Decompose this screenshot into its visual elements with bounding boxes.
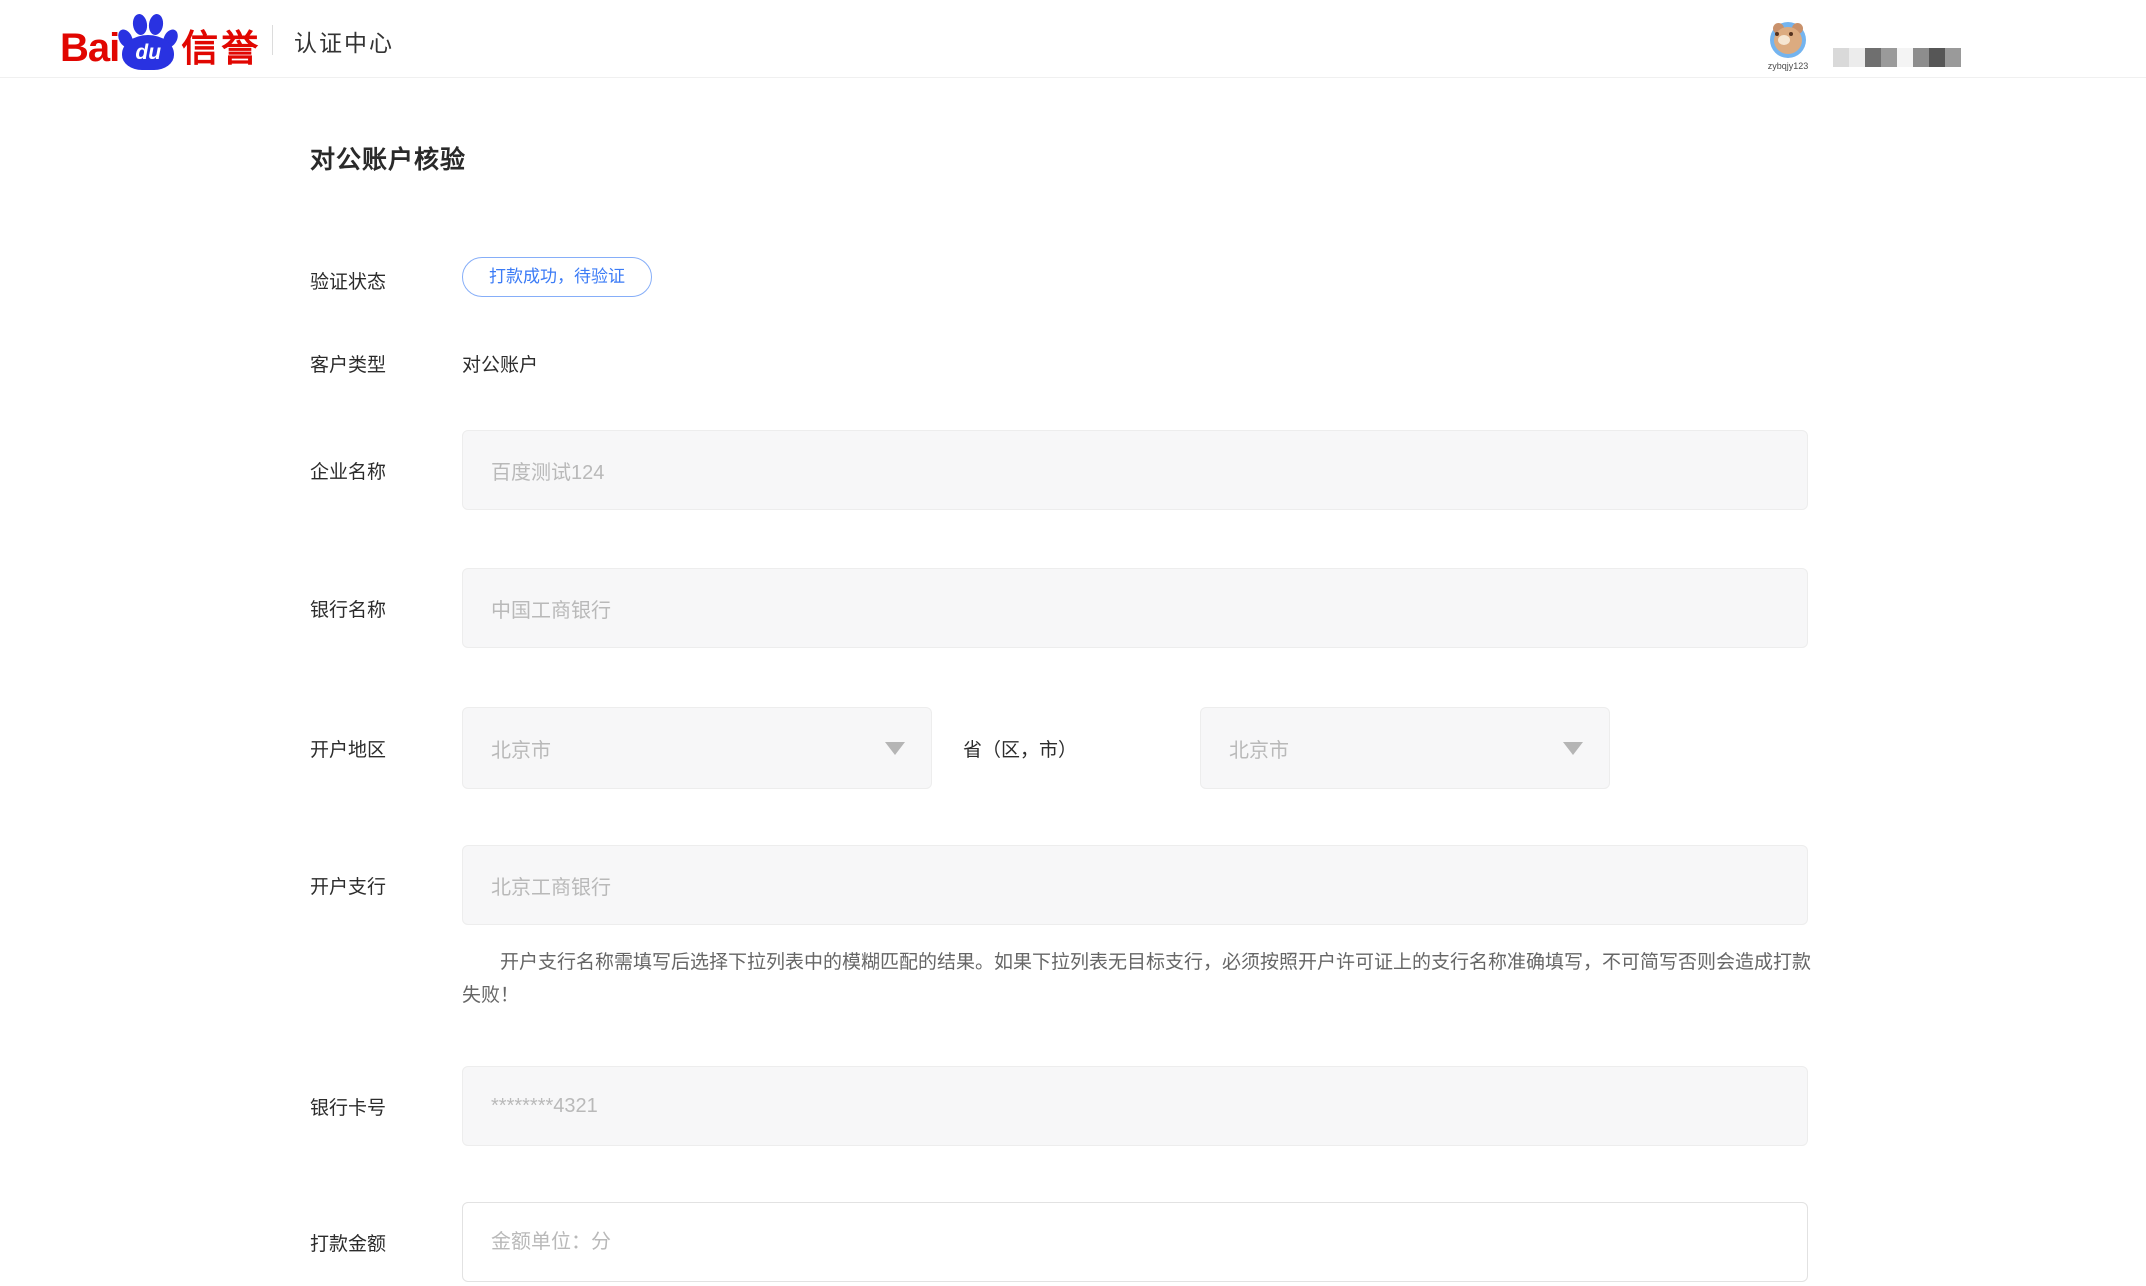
region-label: 开户地区 <box>310 735 386 762</box>
company-name-label: 企业名称 <box>310 457 386 484</box>
page-title: 对公账户核验 <box>310 140 466 176</box>
branch-label: 开户支行 <box>310 872 386 899</box>
status-label: 验证状态 <box>310 267 386 294</box>
header-divider <box>272 25 273 55</box>
baidu-paw-icon: du <box>119 14 177 70</box>
caret-down-icon <box>1563 742 1583 755</box>
redacted-text <box>1833 48 1961 67</box>
logo-bai-text: Bai <box>60 30 119 66</box>
username-label: zybqjy123 <box>1764 61 1812 71</box>
city-select-value: 北京市 <box>1229 734 1289 763</box>
province-select[interactable]: 北京市 <box>462 707 932 789</box>
bank-name-label: 银行名称 <box>310 595 386 622</box>
customer-type-label: 客户类型 <box>310 350 386 377</box>
province-suffix-label: 省（区，市） <box>963 735 1077 762</box>
card-number-input <box>462 1066 1808 1146</box>
amount-label: 打款金额 <box>310 1229 386 1256</box>
province-select-value: 北京市 <box>491 734 551 763</box>
amount-input[interactable] <box>462 1202 1808 1282</box>
header-title: 认证中心 <box>294 24 394 58</box>
status-badge: 打款成功，待验证 <box>462 257 652 297</box>
caret-down-icon <box>885 742 905 755</box>
avatar[interactable] <box>1770 22 1806 58</box>
customer-type-value: 对公账户 <box>462 350 538 377</box>
baidu-xinyu-logo[interactable]: Bai du 信誉 <box>60 0 261 78</box>
logo-du-text: du <box>135 41 161 65</box>
company-name-input <box>462 430 1808 510</box>
card-number-label: 银行卡号 <box>310 1093 386 1120</box>
branch-input <box>462 845 1808 925</box>
branch-help-text: 开户支行名称需填写后选择下拉列表中的模糊匹配的结果。如果下拉列表无目标支行，必须… <box>462 946 1814 1012</box>
user-menu[interactable]: zybqjy123 <box>1764 22 1812 71</box>
header: Bai du 信誉 认证中心 zybqjy123 <box>0 0 2146 78</box>
account-verification-page: Bai du 信誉 认证中心 zybqjy123 对公账户核验 验证状态 打款成… <box>0 0 2146 1286</box>
city-select[interactable]: 北京市 <box>1200 707 1610 789</box>
logo-xinyu-text: 信誉 <box>181 32 261 66</box>
bank-name-input <box>462 568 1808 648</box>
